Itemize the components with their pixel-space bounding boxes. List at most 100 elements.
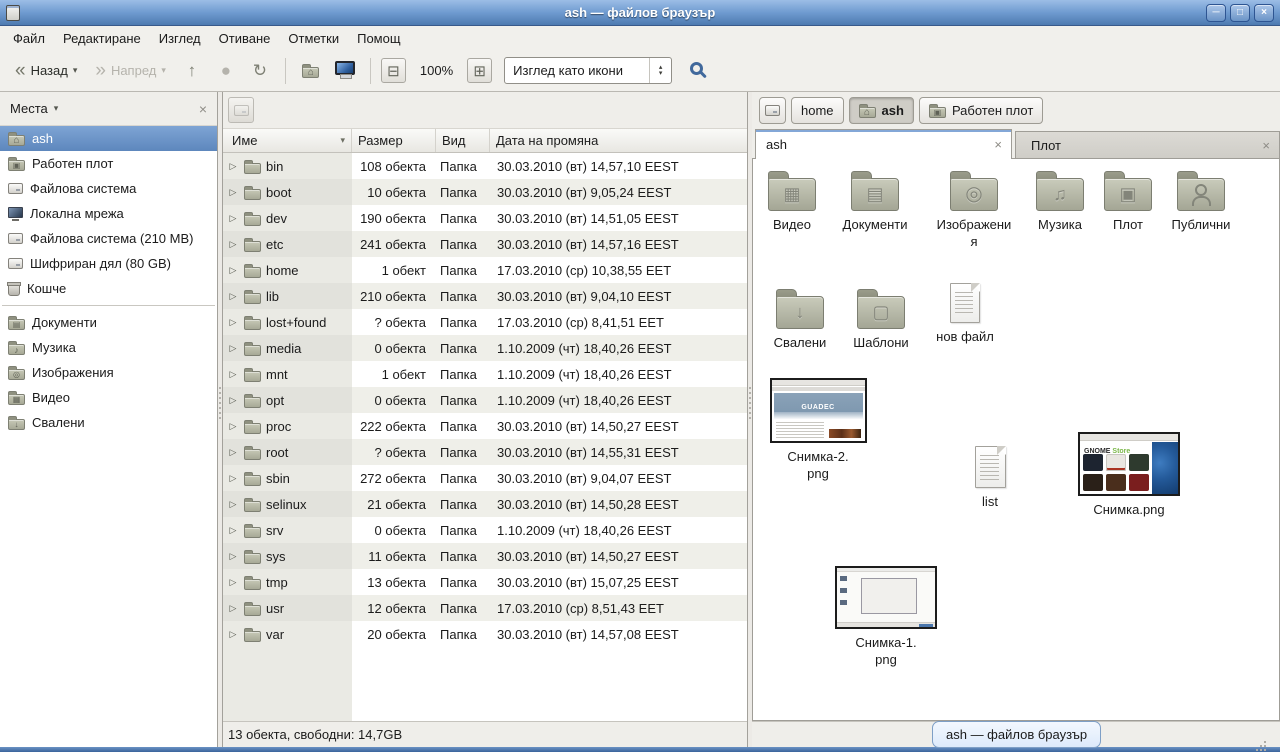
zoom-out-button[interactable]: ⊟	[381, 58, 406, 83]
sidebar-splitter[interactable]	[218, 92, 222, 747]
sidebar-item-documents[interactable]: Документи	[0, 310, 217, 335]
home-button[interactable]	[296, 56, 326, 86]
table-row[interactable]: ▷dev190 обектаПапка30.03.2010 (вт) 14,51…	[223, 205, 747, 231]
search-icon[interactable]	[690, 62, 703, 75]
table-row[interactable]: ▷lost+found? обектаПапка17.03.2010 (ср) …	[223, 309, 747, 335]
menu-help[interactable]: Помощ	[348, 28, 409, 49]
menu-bookmarks[interactable]: Отметки	[279, 28, 348, 49]
tab-ash[interactable]: ash ×	[755, 129, 1012, 159]
forward-dropdown-icon[interactable]: ▾	[161, 65, 166, 76]
expander-icon[interactable]: ▷	[227, 317, 239, 328]
table-row[interactable]: ▷mnt1 обектПапка1.10.2009 (чт) 18,40,26 …	[223, 361, 747, 387]
expander-icon[interactable]: ▷	[227, 551, 239, 562]
table-row[interactable]: ▷sys11 обектаПапка30.03.2010 (вт) 14,50,…	[223, 543, 747, 569]
file-item-video[interactable]: Видео	[752, 169, 832, 233]
table-row[interactable]: ▷sbin272 обектаПапка30.03.2010 (вт) 9,04…	[223, 465, 747, 491]
table-row[interactable]: ▷media0 обектаПапка1.10.2009 (чт) 18,40,…	[223, 335, 747, 361]
tab-close-icon[interactable]: ×	[1262, 138, 1270, 153]
table-row[interactable]: ▷root? обектаПапка30.03.2010 (вт) 14,55,…	[223, 439, 747, 465]
sidebar-item-images[interactable]: Изображения	[0, 360, 217, 385]
file-item-downloads[interactable]: Свалени	[759, 287, 841, 351]
menu-go[interactable]: Отиване	[210, 28, 280, 49]
column-header-size[interactable]: Размер	[352, 129, 436, 152]
column-header-date[interactable]: Дата на промяна	[490, 129, 747, 152]
maximize-button[interactable]: □	[1230, 4, 1250, 22]
expander-icon[interactable]: ▷	[227, 447, 239, 458]
sidebar-item-trash[interactable]: Кошче	[0, 276, 217, 301]
computer-button[interactable]	[330, 56, 360, 86]
menu-file[interactable]: Файл	[4, 28, 54, 49]
reload-button[interactable]: ↻	[245, 56, 275, 86]
expander-icon[interactable]: ▷	[227, 369, 239, 380]
column-header-type[interactable]: Вид	[436, 129, 490, 152]
expander-icon[interactable]: ▷	[227, 343, 239, 354]
file-item-desktop[interactable]: Плот	[1096, 169, 1160, 233]
expander-icon[interactable]: ▷	[227, 629, 239, 640]
expander-icon[interactable]: ▷	[227, 265, 239, 276]
table-row[interactable]: ▷usr12 обектаПапка17.03.2010 (ср) 8,51,4…	[223, 595, 747, 621]
table-row[interactable]: ▷var20 обектаПапка30.03.2010 (вт) 14,57,…	[223, 621, 747, 647]
file-item-images[interactable]: Изображения	[926, 169, 1022, 250]
table-row[interactable]: ▷tmp13 обектаПапка30.03.2010 (вт) 15,07,…	[223, 569, 747, 595]
sidebar-dropdown-icon[interactable]: ▾	[54, 103, 59, 114]
zoom-in-button[interactable]: ⊞	[467, 58, 492, 83]
expander-icon[interactable]: ▷	[227, 187, 239, 198]
sidebar-close-icon[interactable]: ×	[199, 101, 207, 117]
file-item-new-file[interactable]: нов файл	[925, 283, 1005, 345]
expander-icon[interactable]: ▷	[227, 473, 239, 484]
table-row[interactable]: ▷selinux21 обектаПапка30.03.2010 (вт) 14…	[223, 491, 747, 517]
expander-icon[interactable]: ▷	[227, 239, 239, 250]
sidebar-item-encrypted-80gb[interactable]: Шифриран дял (80 GB)	[0, 251, 217, 276]
expander-icon[interactable]: ▷	[227, 161, 239, 172]
up-button[interactable]: ↑	[177, 56, 207, 86]
file-item-list[interactable]: list	[950, 446, 1030, 510]
file-item-snimka-1[interactable]: Снимка-1.png	[833, 566, 939, 668]
table-row[interactable]: ▷etc241 обектаПапка30.03.2010 (вт) 14,57…	[223, 231, 747, 257]
forward-button[interactable]: » Напред ▾	[88, 56, 173, 86]
minimize-button[interactable]: ─	[1206, 4, 1226, 22]
icon-view[interactable]: Видео Документи Изображения Музика Плот …	[752, 158, 1280, 721]
menu-edit[interactable]: Редактиране	[54, 28, 150, 49]
menu-view[interactable]: Изглед	[150, 28, 210, 49]
path-button-home[interactable]: home	[791, 97, 844, 124]
table-row[interactable]: ▷home1 обектПапка17.03.2010 (ср) 10,38,5…	[223, 257, 747, 283]
file-item-documents[interactable]: Документи	[825, 169, 925, 233]
sidebar-item-filesystem[interactable]: Файлова система	[0, 176, 217, 201]
stop-button[interactable]: ●	[211, 56, 241, 86]
table-row[interactable]: ▷boot10 обектаПапка30.03.2010 (вт) 9,05,…	[223, 179, 747, 205]
back-button[interactable]: « Назад ▾	[8, 56, 84, 86]
path-button-ash[interactable]: ash	[849, 97, 914, 124]
expander-icon[interactable]: ▷	[227, 603, 239, 614]
sidebar-item-filesystem-210mb[interactable]: Файлова система (210 MB)	[0, 226, 217, 251]
sidebar-item-video[interactable]: Видео	[0, 385, 217, 410]
sidebar-title[interactable]: Места	[10, 101, 48, 116]
sidebar-item-desktop[interactable]: Работен плот	[0, 151, 217, 176]
sidebar-item-downloads[interactable]: Свалени	[0, 410, 217, 435]
table-row[interactable]: ▷lib210 обектаПапка30.03.2010 (вт) 9,04,…	[223, 283, 747, 309]
close-button[interactable]: ×	[1254, 4, 1274, 22]
expander-icon[interactable]: ▷	[227, 525, 239, 536]
expander-icon[interactable]: ▷	[227, 213, 239, 224]
view-mode-select[interactable]: Изглед като икони ▴▾	[504, 57, 672, 84]
table-row[interactable]: ▷bin108 обектаПапка30.03.2010 (вт) 14,57…	[223, 153, 747, 179]
file-item-snimka[interactable]: GNOME Store Снимка.png	[1076, 432, 1182, 518]
back-dropdown-icon[interactable]: ▾	[73, 65, 78, 76]
path-button-desktop[interactable]: Работен плот	[919, 97, 1043, 124]
location-toggle-button[interactable]	[228, 97, 254, 123]
titlebar[interactable]: ash — файлов браузър ─ □ ×	[0, 0, 1280, 26]
expander-icon[interactable]: ▷	[227, 421, 239, 432]
tab-plot[interactable]: Плот ×	[1015, 131, 1280, 158]
table-row[interactable]: ▷srv0 обектаПапка1.10.2009 (чт) 18,40,26…	[223, 517, 747, 543]
sidebar-item-ash[interactable]: ash	[0, 126, 217, 151]
tab-close-icon[interactable]: ×	[994, 137, 1002, 152]
sidebar-item-music[interactable]: Музика	[0, 335, 217, 360]
expander-icon[interactable]: ▷	[227, 577, 239, 588]
sidebar-item-network[interactable]: Локална мрежа	[0, 201, 217, 226]
resize-grip-icon[interactable]	[1264, 741, 1266, 743]
file-item-snimka-2[interactable]: GUADEC Снимка-2.png	[767, 378, 869, 482]
expander-icon[interactable]: ▷	[227, 395, 239, 406]
expander-icon[interactable]: ▷	[227, 291, 239, 302]
file-item-public[interactable]: Публични	[1156, 169, 1246, 233]
column-header-name[interactable]: Име ▾	[223, 129, 352, 152]
table-row[interactable]: ▷proc222 обектаПапка30.03.2010 (вт) 14,5…	[223, 413, 747, 439]
